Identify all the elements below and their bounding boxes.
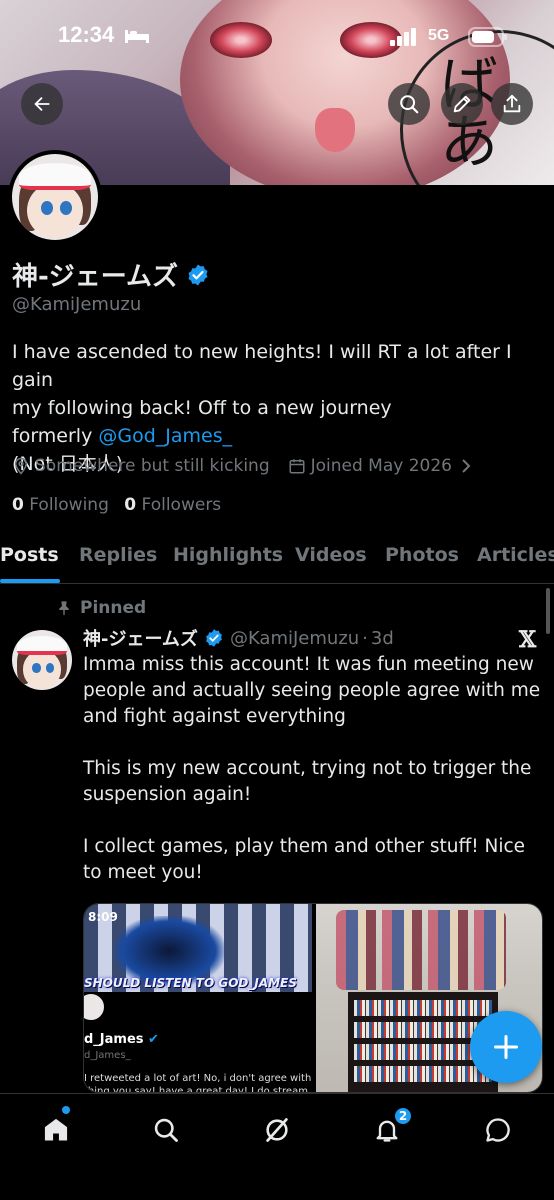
share-button[interactable] [491,83,533,125]
post-author-handle: @KamiJemuzu [229,627,360,649]
back-button[interactable] [21,83,63,125]
tab-highlights[interactable]: Highlights [173,544,283,566]
home-unread-dot [62,1106,70,1114]
pencil-icon [453,95,471,113]
profile-display-name: 神-ジェームズ [12,256,210,293]
messages-icon [486,1118,510,1142]
post-body[interactable]: Imma miss this account! It was fun meeti… [83,652,543,912]
following-link[interactable]: 0 Following [12,495,109,515]
scrollbar-thumb[interactable] [546,588,550,634]
search-icon [400,95,419,114]
verified-badge-icon [206,629,222,647]
profile-meta: Somewhere but still kicking Joined May 2… [12,456,477,476]
cellular-signal-icon [390,28,416,46]
media-image-screenshot[interactable]: 8:09 SHOULD LISTEN TO GOD_JAMES d_James … [84,904,312,1093]
profile-handle: @KamiJemuzu [12,294,142,315]
mention-link[interactable]: @God_James_ [98,425,232,447]
tab-photos[interactable]: Photos [385,544,459,566]
status-bar: 12:34 5G [0,0,554,74]
chevron-right-icon[interactable] [460,458,472,474]
screenshot-handle: d_James_ [84,1050,131,1061]
nav-messages[interactable] [478,1110,518,1150]
tab-articles[interactable]: Articles [477,544,554,566]
nav-grok[interactable] [257,1110,297,1150]
profile-tabs: Posts Replies Highlights Videos Photos A… [0,540,554,584]
pin-icon [59,601,69,616]
bio-line: formerly @God_James_ [12,422,542,450]
pinned-indicator: Pinned [56,598,146,618]
post-age: 3d [370,627,394,649]
home-icon [44,1118,68,1141]
status-time: 12:34 [58,22,115,47]
screenshot-bio-line: thing you say! have a great day! I do st… [84,1086,312,1093]
notifications-badge: 2 [393,1106,413,1126]
nav-search[interactable] [146,1110,186,1150]
screenshot-time: 8:09 [88,910,118,924]
x-logo-icon[interactable]: 𝕏 [519,627,536,653]
search-icon [154,1118,178,1142]
display-name-text: 神-ジェームズ [12,262,179,292]
profile-avatar[interactable] [8,150,102,244]
screenshot-banner-text: SHOULD LISTEN TO GOD_JAMES [84,976,297,990]
battery-icon [468,27,507,47]
post-paragraph: Imma miss this account! It was fun meeti… [83,654,541,727]
tab-posts[interactable]: Posts [0,544,59,566]
tab-replies[interactable]: Replies [79,544,157,566]
post-author-name[interactable]: 神-ジェームズ [83,625,198,651]
screenshot-name-text: d_James [84,1032,144,1047]
bottom-navigation: 2 [0,1093,554,1200]
bio-line: my following back! Off to a new journey [12,397,392,419]
banner-art-tongue [315,108,355,152]
compose-button[interactable] [470,1011,542,1083]
pinned-label: Pinned [80,598,147,618]
profile-location: Somewhere but still kicking [35,456,270,476]
bio-text: formerly [12,425,99,447]
shelf-figures [336,910,506,990]
verified-badge-icon[interactable] [186,263,210,287]
post-header[interactable]: 神-ジェームズ @KamiJemuzu · 3d [83,625,394,651]
post-paragraph: This is my new account, trying not to tr… [83,758,532,805]
plus-icon [493,1034,519,1060]
screenshot-display-name: d_James ✔ [84,1032,159,1047]
network-type: 5G [428,27,450,44]
following-label: Following [29,495,109,515]
profile-joined-date: Joined May 2026 [310,456,452,476]
following-count: 0 [12,495,24,515]
location-pin-icon [14,457,28,475]
sleep-focus-icon [125,30,149,43]
screenshot-bio: I retweeted a lot of art! No, i don't ag… [84,1072,312,1093]
nav-home[interactable] [36,1110,76,1150]
followers-count: 0 [124,495,137,515]
search-button[interactable] [388,83,430,125]
grok-icon [266,1118,288,1142]
followers-link[interactable]: 0 Followers [124,495,221,515]
screenshot-bio-line: I retweeted a lot of art! No, i don't ag… [84,1073,312,1084]
screenshot-avatar [84,992,106,1022]
followers-label: Followers [141,495,222,515]
share-icon [503,94,521,113]
calendar-icon [289,459,305,474]
verified-badge-icon: ✔ [148,1032,159,1047]
active-tab-indicator [0,579,60,583]
tab-videos[interactable]: Videos [295,544,367,566]
post-separator: · [362,627,368,649]
follow-counts: 0 Following 0 Followers [12,495,221,515]
bio-line: I have ascended to new heights! I will R… [12,341,512,391]
post-author-avatar[interactable] [12,630,72,690]
edit-profile-button[interactable] [441,83,483,125]
post-paragraph: I collect games, play them and other stu… [83,836,526,883]
arrow-left-icon [34,96,50,112]
